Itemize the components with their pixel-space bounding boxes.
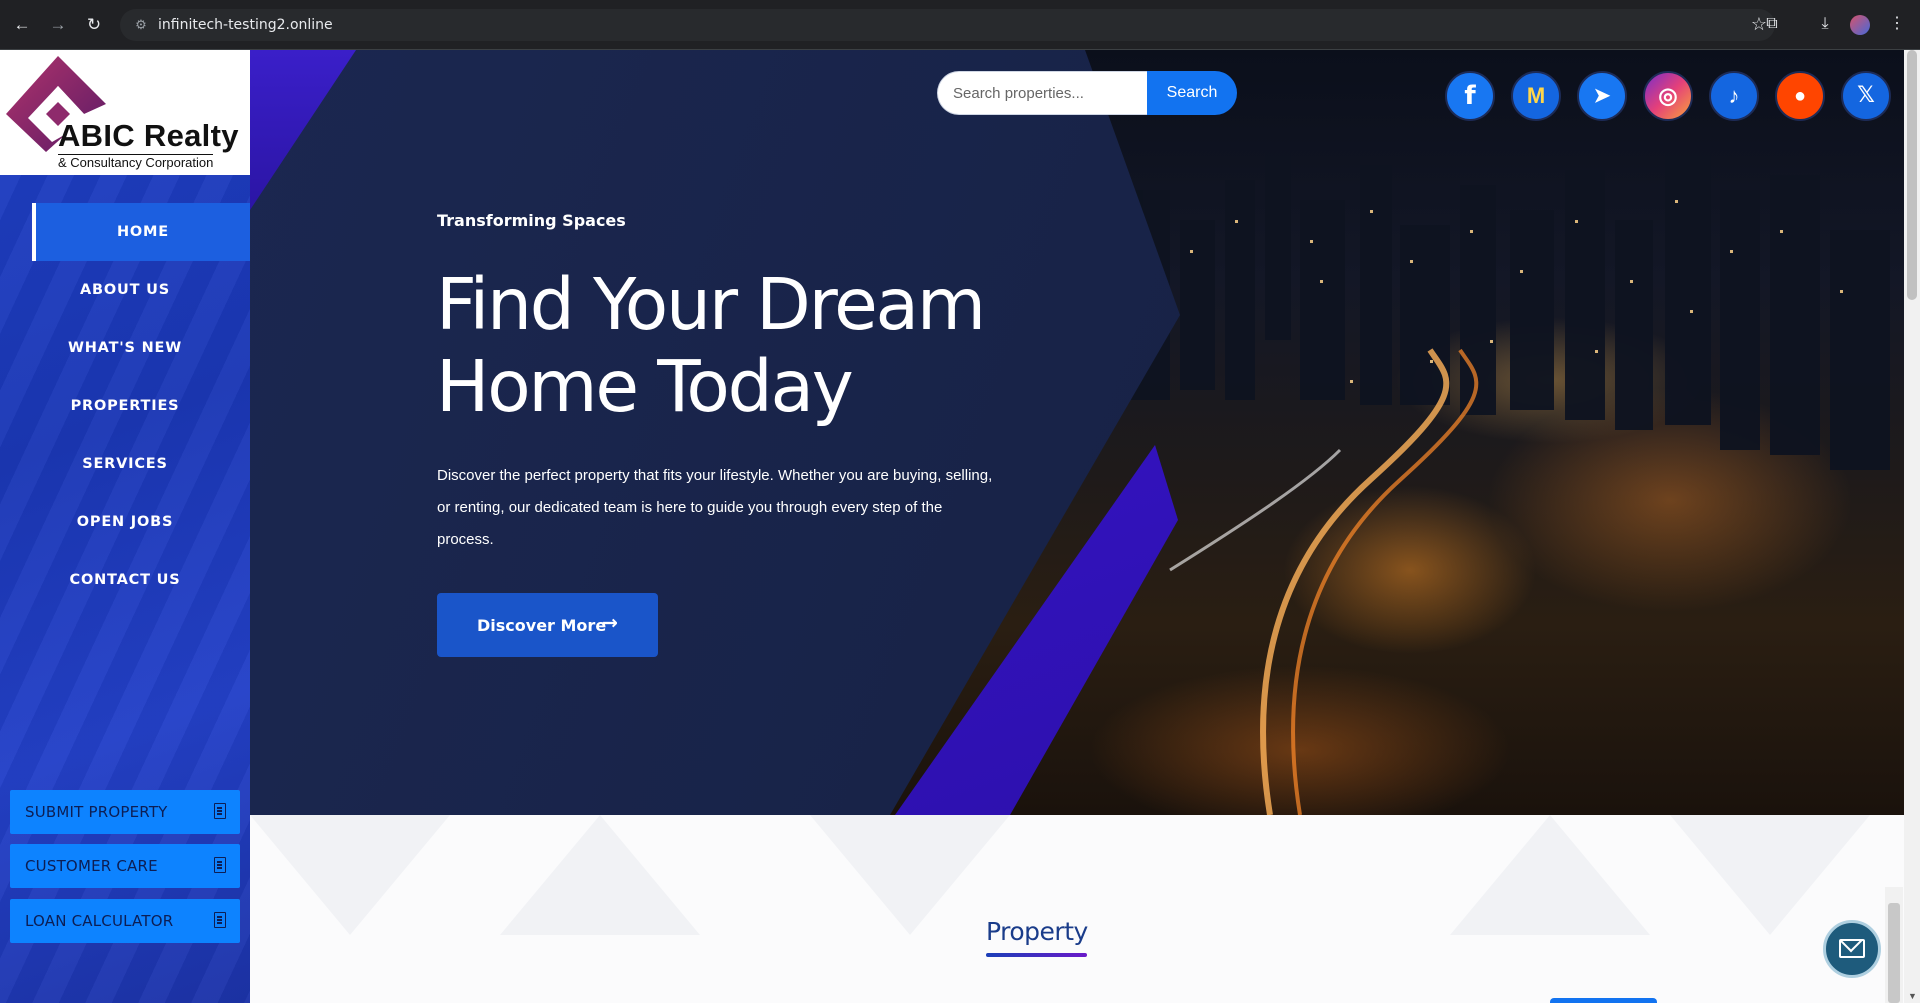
reddit-icon[interactable]: ●	[1775, 71, 1825, 121]
background-pattern	[1670, 815, 1870, 935]
hero-subtitle: Transforming Spaces	[437, 211, 626, 230]
customer-care-button[interactable]: CUSTOMER CARE	[10, 844, 240, 888]
menu-item-home[interactable]: HOME	[32, 203, 250, 261]
browser-toolbar: ← → ↻ ⚙ infinitech-testing2.online ☆ ⧉ ⤓…	[0, 0, 1920, 50]
forward-arrow-icon[interactable]: →	[46, 13, 70, 37]
search-button[interactable]: Search	[1147, 71, 1237, 115]
menu-item-about-us[interactable]: ABOUT US	[0, 261, 250, 319]
filter-tab[interactable]	[1550, 998, 1657, 1003]
browser-menu-icon[interactable]: ⋮	[1886, 13, 1908, 35]
site-settings-icon[interactable]: ⚙	[132, 16, 150, 34]
menu-item-contact-us[interactable]: CONTACT US	[0, 551, 250, 609]
hero-description: Discover the perfect property that fits …	[437, 467, 993, 548]
document-icon	[214, 803, 226, 819]
hero-title: Find Your Dream Home Today	[436, 263, 986, 428]
scroll-down-icon[interactable]: ▼	[1908, 991, 1917, 1001]
x-icon[interactable]: 𝕏	[1841, 71, 1891, 121]
discover-more-label: Discover More	[477, 616, 607, 635]
hero-section: Search f M ➤ ◎ ♪ ● 𝕏 Transforming Spaces…	[250, 50, 1904, 815]
arrow-right-icon: →	[602, 612, 618, 634]
logo-name: ABIC Realty	[58, 118, 239, 153]
background-pattern	[1450, 815, 1650, 935]
loan-calculator-label: LOAN CALCULATOR	[25, 912, 174, 930]
section-underline	[986, 953, 1087, 957]
submit-property-button[interactable]: SUBMIT PROPERTY	[10, 790, 240, 834]
menu-item-properties[interactable]: PROPERTIES	[0, 377, 250, 435]
property-section: Property	[250, 815, 1904, 1003]
envelope-icon	[1839, 939, 1865, 958]
sidebar: ABIC Realty & Consultancy Corporation HO…	[0, 50, 250, 1003]
message-button[interactable]	[1823, 920, 1881, 978]
instagram-icon[interactable]: ◎	[1643, 71, 1693, 121]
reload-icon[interactable]: ↻	[82, 13, 106, 37]
menu-item-open-jobs[interactable]: OPEN JOBS	[0, 493, 250, 551]
back-arrow-icon[interactable]: ←	[10, 13, 34, 37]
menu-item-whats-new[interactable]: WHAT'S NEW	[0, 319, 250, 377]
telegram-icon[interactable]: ➤	[1577, 71, 1627, 121]
section-title: Property	[986, 917, 1088, 946]
search-input[interactable]	[937, 71, 1147, 115]
calculator-icon	[214, 912, 226, 928]
background-pattern	[500, 815, 700, 935]
menu-item-services[interactable]: SERVICES	[0, 435, 250, 493]
main-menu: HOME ABOUT US WHAT'S NEW PROPERTIES SERV…	[0, 203, 250, 609]
section-scrollbar[interactable]	[1885, 887, 1903, 1003]
submit-property-label: SUBMIT PROPERTY	[25, 803, 168, 821]
logo-subtitle: & Consultancy Corporation	[58, 154, 214, 170]
customer-care-label: CUSTOMER CARE	[25, 857, 158, 875]
tiktok-icon[interactable]: ♪	[1709, 71, 1759, 121]
property-search: Search	[937, 71, 1237, 115]
download-icon[interactable]: ⤓	[1814, 13, 1836, 35]
logo[interactable]: ABIC Realty & Consultancy Corporation	[0, 50, 250, 175]
background-pattern	[810, 815, 1010, 935]
discover-more-button[interactable]: Discover More →	[437, 593, 658, 657]
profile-avatar[interactable]	[1850, 15, 1870, 35]
extensions-icon[interactable]: ⧉	[1761, 13, 1783, 35]
facebook-icon[interactable]: f	[1445, 71, 1495, 121]
background-pattern	[250, 815, 450, 935]
url-text[interactable]: infinitech-testing2.online	[158, 17, 333, 33]
document-icon	[214, 857, 226, 873]
gmail-icon[interactable]: M	[1511, 71, 1561, 121]
page-scrollbar[interactable]: ▲ ▼	[1904, 50, 1920, 1003]
loan-calculator-button[interactable]: LOAN CALCULATOR	[10, 899, 240, 943]
address-bar[interactable]: ⚙ infinitech-testing2.online ☆	[120, 9, 1775, 41]
